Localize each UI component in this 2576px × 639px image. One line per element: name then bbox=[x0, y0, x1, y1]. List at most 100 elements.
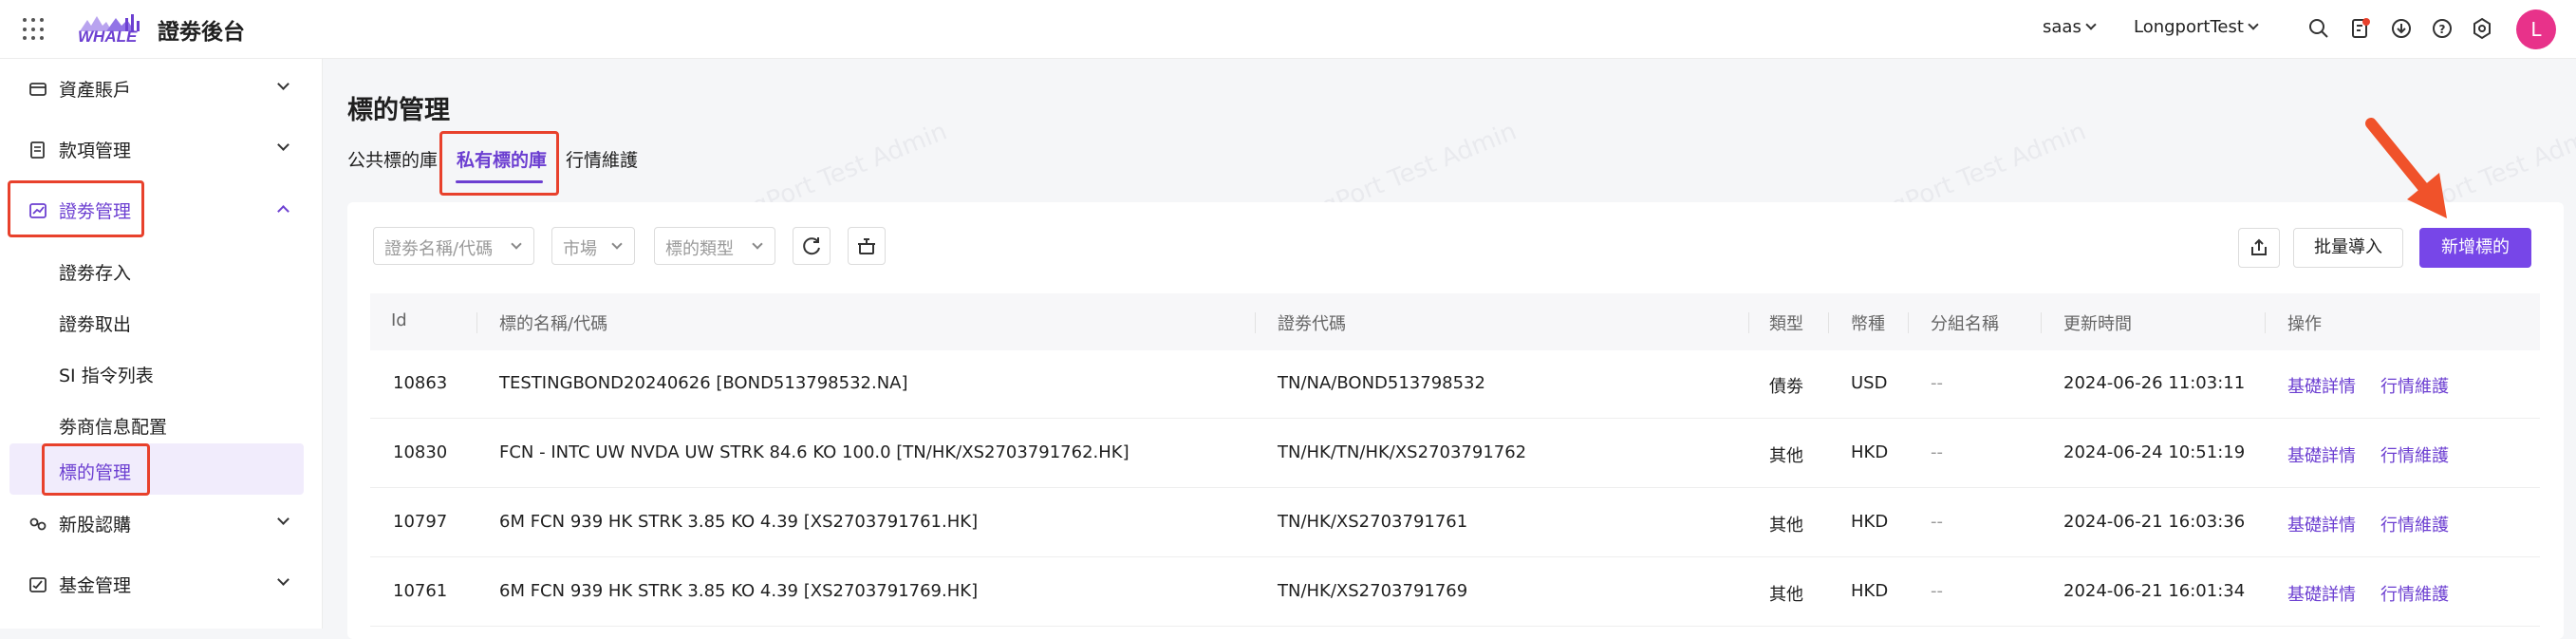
main-content: LongPort Test Admin LongPort Test Admin … bbox=[324, 59, 2576, 639]
type-filter-select[interactable]: 標的類型 bbox=[654, 227, 775, 265]
sidebar-subitem-withdraw[interactable]: 證劵取出 bbox=[0, 295, 323, 347]
column-header-updated: 更新時間 bbox=[2063, 314, 2132, 334]
link-icon bbox=[29, 517, 47, 531]
sidebar-subitem-label: SI 指令列表 bbox=[59, 366, 154, 386]
sidebar-subitem-label: 證劵存入 bbox=[59, 263, 132, 284]
search-icon[interactable] bbox=[2307, 17, 2330, 40]
security-filter-select[interactable]: 證劵名稱/代碼 bbox=[373, 227, 534, 265]
annotation-highlight bbox=[8, 180, 144, 237]
table-header: Id 標的名稱/代碼 證劵代碼 類型 幣種 分組名稱 更新時間 操作 bbox=[370, 293, 2540, 350]
cell-name: FCN - INTC UW NVDA UW STRK 84.6 KO 100.0… bbox=[499, 442, 1129, 462]
fund-icon bbox=[29, 577, 47, 592]
column-divider bbox=[2265, 312, 2266, 333]
chevron-down-icon bbox=[611, 238, 623, 250]
annotation-highlight bbox=[439, 131, 559, 196]
cell-group: -- bbox=[1931, 442, 1943, 462]
cell-currency: HKD bbox=[1851, 442, 1889, 462]
basic-details-link[interactable]: 基礎詳情 bbox=[2287, 581, 2356, 606]
column-divider bbox=[1908, 312, 1909, 333]
annotation-highlight bbox=[42, 443, 150, 496]
chevron-down-icon bbox=[752, 238, 763, 250]
basic-details-link[interactable]: 基礎詳情 bbox=[2287, 512, 2356, 536]
cell-id: 10830 bbox=[393, 442, 448, 462]
table-row: 10797 6M FCN 939 HK STRK 3.85 KO 4.39 [X… bbox=[370, 489, 2540, 557]
add-underlying-button[interactable]: 新增標的 bbox=[2419, 228, 2531, 268]
sidebar-subitem-si-list[interactable]: SI 指令列表 bbox=[0, 347, 323, 398]
quote-maintenance-link[interactable]: 行情維護 bbox=[2380, 581, 2449, 606]
org-dropdown[interactable]: LongportTest bbox=[2134, 17, 2259, 37]
sidebar-item-ipo[interactable]: 新股認購 bbox=[0, 494, 323, 554]
svg-text:?: ? bbox=[2439, 23, 2446, 36]
chevron-up-icon bbox=[277, 205, 289, 217]
sidebar-item-label: 基金管理 bbox=[59, 575, 132, 596]
column-header-code: 證劵代碼 bbox=[1278, 314, 1346, 334]
market-filter-placeholder: 市場 bbox=[563, 239, 597, 259]
tenant-label: saas bbox=[2043, 17, 2081, 37]
tenant-dropdown[interactable]: saas bbox=[2043, 17, 2097, 37]
cell-updated: 2024-06-26 11:03:11 bbox=[2063, 373, 2246, 393]
page-title: 標的管理 bbox=[347, 96, 450, 125]
cell-code: TN/NA/BOND513798532 bbox=[1278, 373, 1485, 393]
cell-id: 10863 bbox=[393, 373, 448, 393]
security-filter-placeholder: 證劵名稱/代碼 bbox=[384, 239, 494, 259]
table-row: 10863 TESTINGBOND20240626 [BOND513798532… bbox=[370, 350, 2540, 419]
list-card: 證劵名稱/代碼 市場 標的類型 批量導入 新增標的 Id 標的名稱/代碼 證劵代… bbox=[347, 202, 2564, 639]
org-label: LongportTest bbox=[2134, 17, 2244, 37]
cell-code: TN/HK/XS2703791761 bbox=[1278, 512, 1468, 532]
cell-group: -- bbox=[1931, 581, 1943, 601]
top-bar: WHALE 證劵後台 saas LongportTest ? L bbox=[0, 0, 2576, 59]
tab-quote-maintenance[interactable]: 行情維護 bbox=[566, 146, 638, 172]
sidebar-item-fund[interactable]: 基金管理 bbox=[0, 554, 323, 615]
column-divider bbox=[1255, 312, 1256, 333]
sidebar-subitem-broker-config[interactable]: 劵商信息配置 bbox=[0, 398, 323, 449]
cell-currency: HKD bbox=[1851, 581, 1889, 601]
column-divider bbox=[476, 312, 477, 333]
chevron-down-icon bbox=[277, 139, 289, 151]
sidebar-item-asset-account[interactable]: 資產賬戶 bbox=[0, 59, 323, 120]
settings-icon[interactable] bbox=[2471, 17, 2493, 40]
basic-details-link[interactable]: 基礎詳情 bbox=[2287, 442, 2356, 467]
cell-name: 6M FCN 939 HK STRK 3.85 KO 4.39 [XS27037… bbox=[499, 512, 979, 532]
help-icon[interactable]: ? bbox=[2431, 17, 2454, 40]
column-header-actions: 操作 bbox=[2287, 314, 2322, 334]
table-row: 10830 FCN - INTC UW NVDA UW STRK 84.6 KO… bbox=[370, 420, 2540, 488]
app-grid-icon[interactable] bbox=[23, 18, 46, 41]
download-icon[interactable] bbox=[2390, 17, 2413, 40]
sidebar-item-payment[interactable]: 款項管理 bbox=[0, 120, 323, 180]
notification-doc-icon[interactable] bbox=[2349, 17, 2372, 40]
chevron-down-icon bbox=[2248, 19, 2259, 30]
cell-name: TESTINGBOND20240626 [BOND513798532.NA] bbox=[499, 373, 908, 393]
avatar[interactable]: L bbox=[2516, 9, 2556, 49]
tab-public-library[interactable]: 公共標的庫 bbox=[347, 146, 438, 172]
table-row: 10761 6M FCN 939 HK STRK 3.85 KO 4.39 [X… bbox=[370, 558, 2540, 627]
column-divider bbox=[1828, 312, 1829, 333]
sidebar-subitem-deposit[interactable]: 證劵存入 bbox=[0, 244, 323, 295]
column-header-name: 標的名稱/代碼 bbox=[499, 314, 608, 334]
sidebar-item-label: 資產賬戶 bbox=[59, 80, 132, 101]
sidebar: 資產賬戶 款項管理 證劵管理 證劵存入 證劵取出 SI 指令列表 劵商信息配置 … bbox=[0, 59, 323, 629]
chevron-down-icon bbox=[277, 78, 289, 90]
cell-type: 債劵 bbox=[1769, 377, 1803, 397]
market-filter-select[interactable]: 市場 bbox=[551, 227, 635, 265]
column-header-currency: 幣種 bbox=[1851, 314, 1885, 334]
basic-details-link[interactable]: 基礎詳情 bbox=[2287, 373, 2356, 398]
sidebar-item-label: 款項管理 bbox=[59, 141, 132, 161]
cell-currency: USD bbox=[1851, 373, 1888, 393]
column-header-group: 分組名稱 bbox=[1931, 314, 1999, 334]
batch-import-button[interactable]: 批量導入 bbox=[2293, 228, 2403, 268]
basket-icon bbox=[858, 238, 875, 254]
cell-id: 10797 bbox=[393, 512, 448, 532]
sidebar-item-label: 新股認購 bbox=[59, 515, 132, 536]
refresh-button[interactable] bbox=[793, 227, 831, 265]
clear-filter-button[interactable] bbox=[848, 227, 886, 265]
quote-maintenance-link[interactable]: 行情維護 bbox=[2380, 373, 2449, 398]
cell-type: 其他 bbox=[1769, 585, 1803, 605]
annotation-arrow-icon bbox=[2365, 118, 2447, 218]
export-icon bbox=[2251, 238, 2267, 255]
quote-maintenance-link[interactable]: 行情維護 bbox=[2380, 512, 2449, 536]
sidebar-subitem-label: 證劵取出 bbox=[59, 314, 132, 335]
app-title: 證劵後台 bbox=[158, 20, 245, 45]
refresh-icon bbox=[803, 237, 820, 255]
export-button[interactable] bbox=[2238, 228, 2280, 268]
quote-maintenance-link[interactable]: 行情維護 bbox=[2380, 442, 2449, 467]
